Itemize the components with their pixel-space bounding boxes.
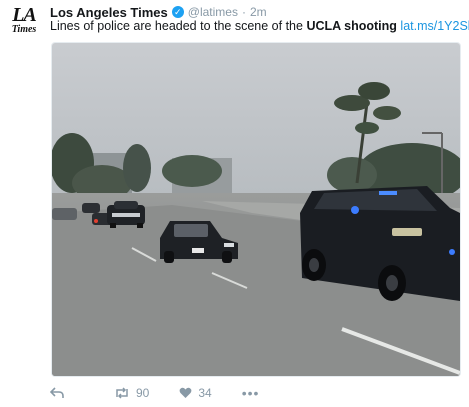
retweet-count: 90: [136, 386, 150, 400]
police-motorcade-photo: [52, 43, 460, 376]
avatar-logo-times: Times: [11, 24, 37, 35]
more-button[interactable]: •••: [242, 385, 260, 401]
tweet-text: Lines of police are headed to the scene …: [50, 18, 469, 34]
account-handle[interactable]: @latimes: [188, 5, 238, 19]
reply-icon: [50, 387, 64, 399]
avatar[interactable]: LA Times: [6, 4, 42, 40]
verified-badge-icon: ✓: [171, 6, 184, 18]
retweet-button[interactable]: 90: [114, 386, 149, 400]
separator: ·: [241, 5, 246, 19]
tweet-text-body: Lines of police are headed to the scene …: [50, 19, 307, 33]
tweet-actions: 90 34 •••: [50, 383, 461, 403]
heart-icon: [179, 387, 192, 399]
timestamp[interactable]: 2m: [250, 5, 267, 19]
like-count: 34: [198, 386, 212, 400]
tweet-media[interactable]: [51, 42, 461, 377]
more-dots-icon: •••: [241, 385, 260, 401]
reply-button[interactable]: [50, 387, 64, 399]
avatar-logo-la: LA: [12, 4, 37, 26]
retweet-icon: [114, 387, 130, 399]
tweet-text-bold: UCLA shooting: [306, 19, 397, 33]
tweet-link[interactable]: lat.ms/1Y2SkM2: [400, 19, 469, 33]
like-button[interactable]: 34: [179, 386, 212, 400]
